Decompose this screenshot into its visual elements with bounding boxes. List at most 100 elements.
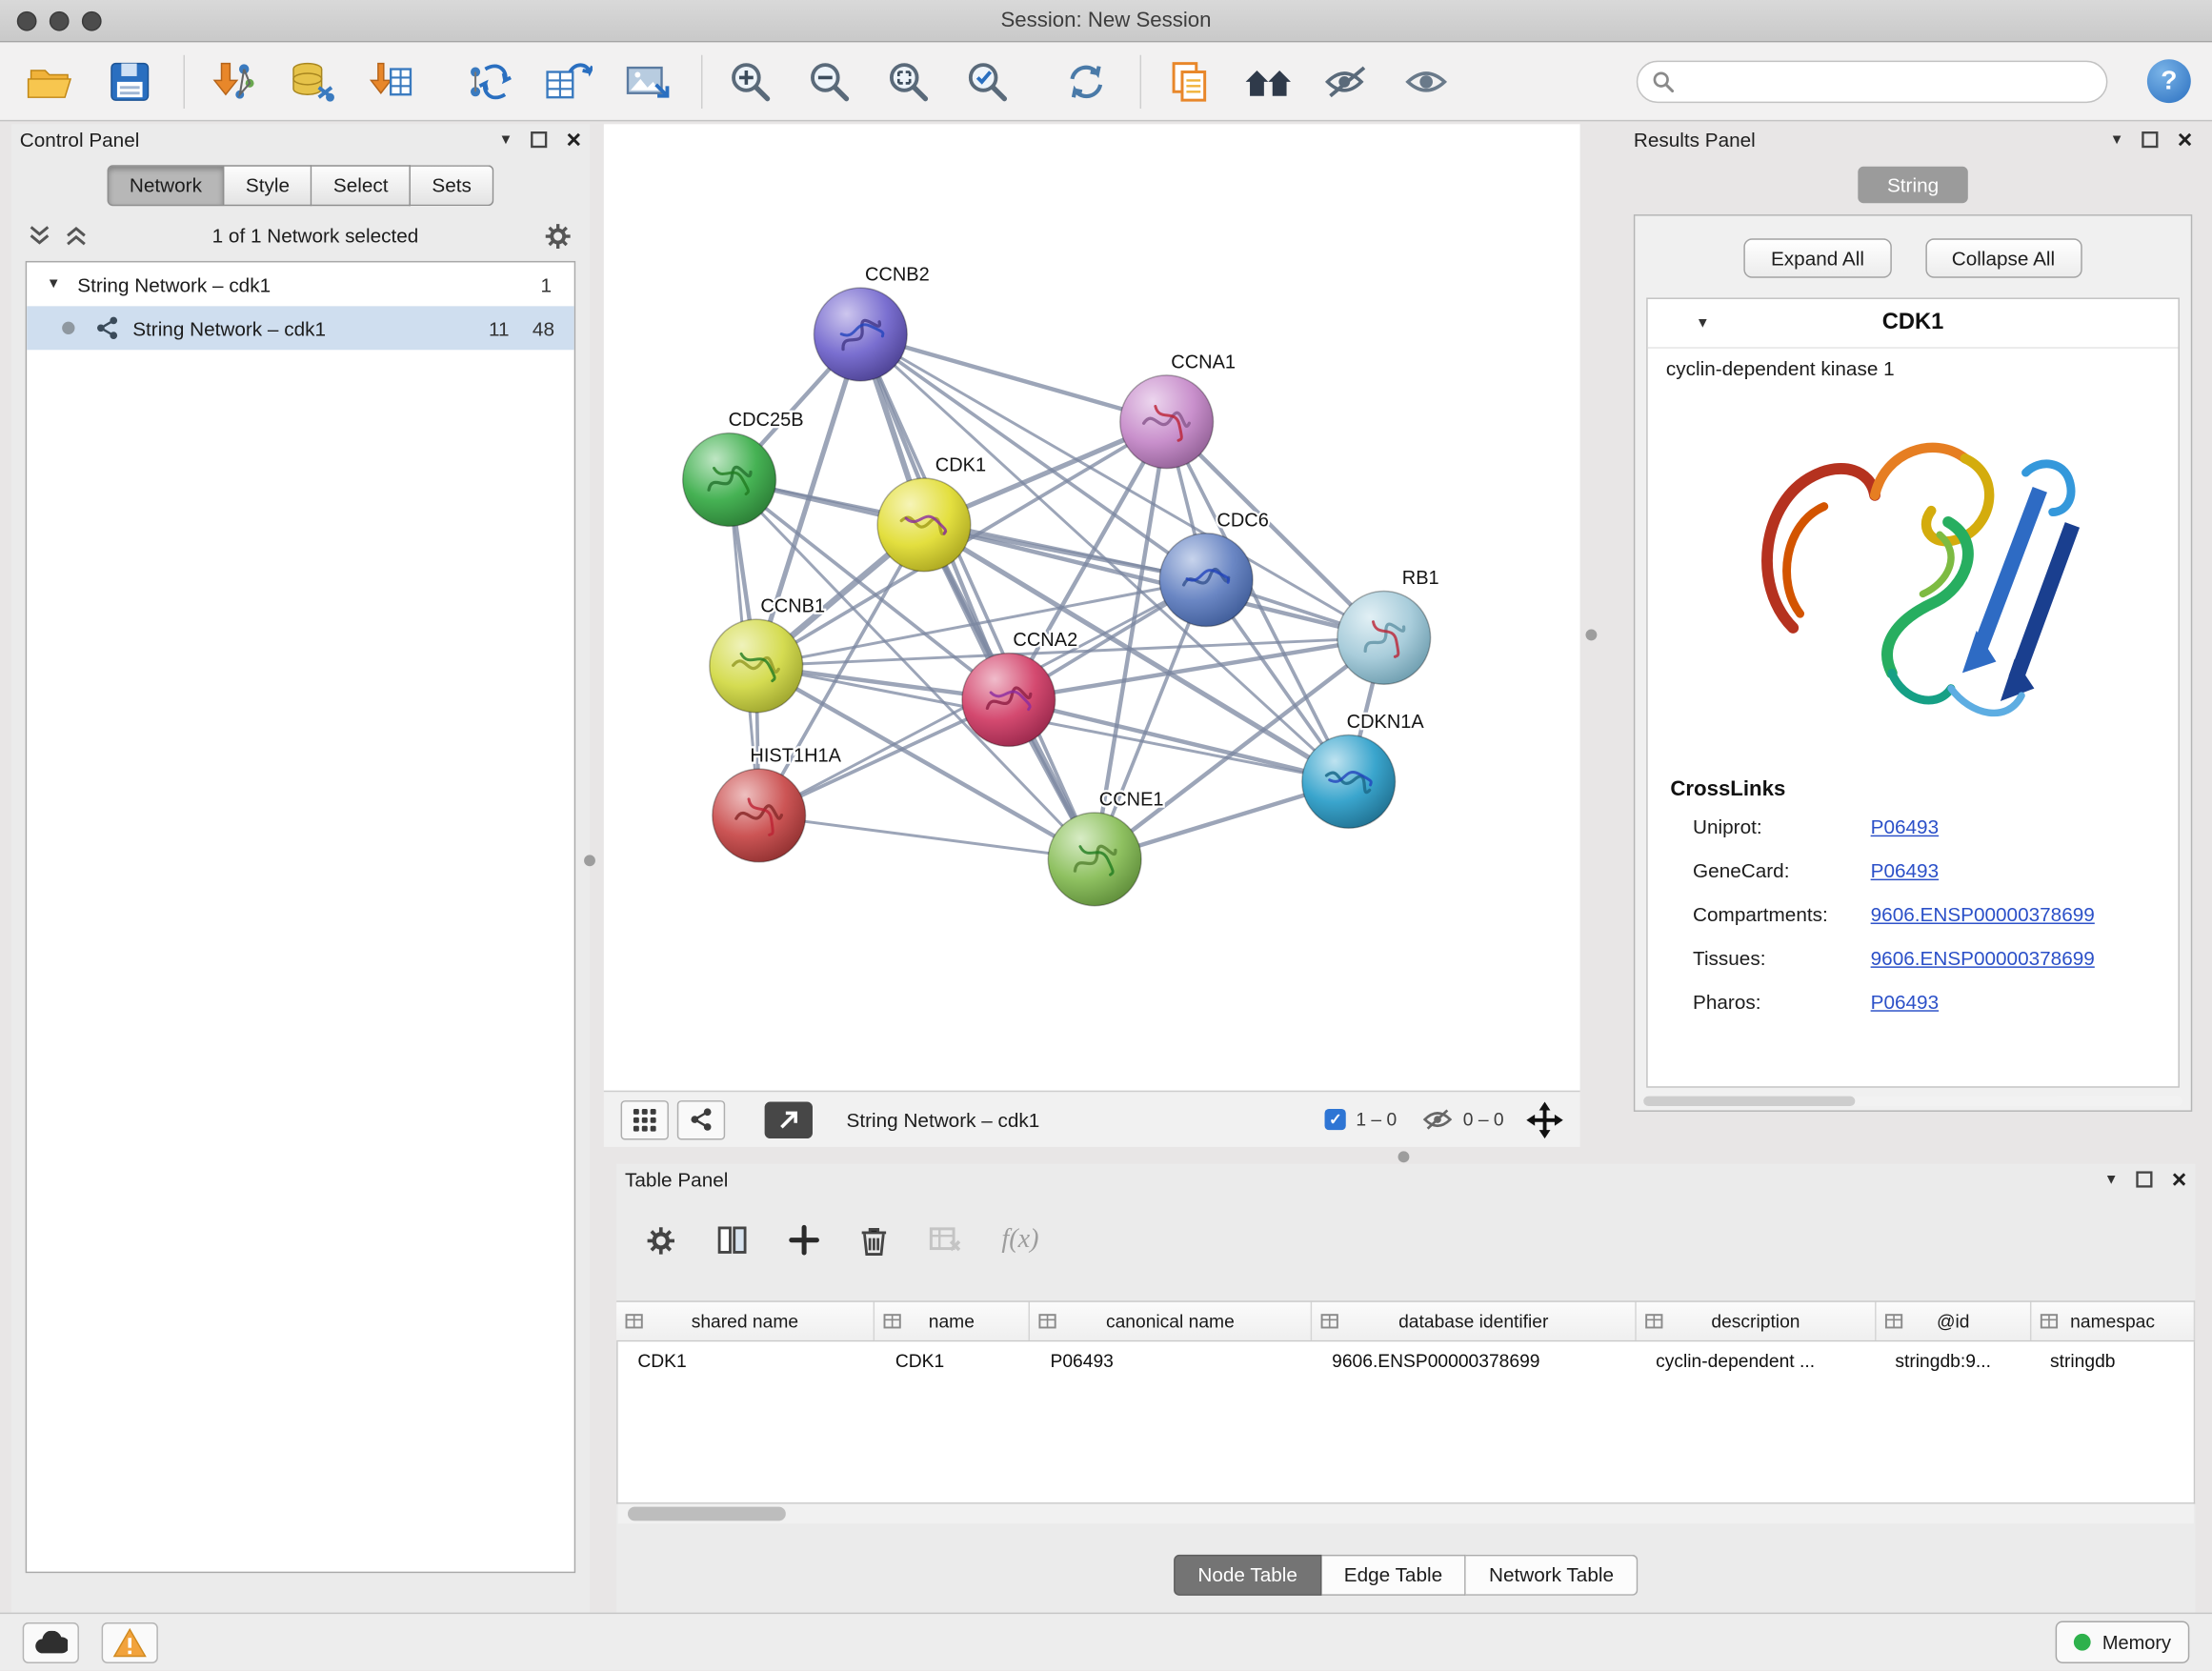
network-view[interactable]: CCNB2CCNA1CDC25BCDK1CDC6RB1CCNB1CCNA2CDK… <box>604 124 1580 1090</box>
zoom-fit-icon[interactable] <box>877 50 939 112</box>
close-panel-icon[interactable]: × <box>2178 127 2193 152</box>
float-panel-icon[interactable] <box>2137 1171 2154 1188</box>
network-selection-status: 1 of 1 Network selected <box>88 224 543 247</box>
import-table-icon[interactable] <box>360 50 422 112</box>
collapse-all-tree-icon[interactable] <box>29 224 51 247</box>
float-panel-icon[interactable] <box>532 131 549 149</box>
network-collection-row[interactable]: ▼ String Network – cdk1 1 <box>27 262 574 306</box>
network-node-label: CDC25B <box>729 410 804 431</box>
crosslink-link[interactable]: 9606.ENSP00000378699 <box>1871 902 2095 925</box>
new-network-icon[interactable] <box>458 50 520 112</box>
table-settings-gear-icon[interactable] <box>645 1224 677 1257</box>
column-header[interactable]: shared name <box>616 1302 875 1340</box>
open-session-icon[interactable] <box>20 50 82 112</box>
save-session-icon[interactable] <box>99 50 161 112</box>
splitter-handle[interactable] <box>1585 629 1597 640</box>
float-panel-icon[interactable] <box>2142 131 2160 149</box>
splitter-handle[interactable] <box>584 855 595 866</box>
crosslink-link[interactable]: P06493 <box>1871 990 1939 1013</box>
grid-icon <box>632 1107 657 1133</box>
results-tab-string[interactable]: String <box>1858 167 1968 204</box>
expand-all-tree-icon[interactable] <box>65 224 88 247</box>
tab-edge-table[interactable]: Edge Table <box>1321 1555 1466 1596</box>
results-horizontal-scrollbar[interactable] <box>1643 1097 2182 1106</box>
export-image-icon[interactable] <box>616 50 678 112</box>
collapse-section-icon[interactable]: ▼ <box>1696 315 1710 331</box>
delete-column-trash-icon[interactable] <box>859 1224 889 1257</box>
tab-style[interactable]: Style <box>225 165 312 206</box>
network-edge[interactable] <box>759 815 1095 859</box>
table-body: CDK1CDK1P064939606.ENSP00000378699cyclin… <box>616 1341 2195 1503</box>
pan-crosshair-icon[interactable] <box>1526 1101 1563 1138</box>
tree-expand-icon[interactable]: ▼ <box>47 276 61 292</box>
help-icon[interactable]: ? <box>2147 59 2191 103</box>
birds-eye-view-button[interactable] <box>621 1099 669 1138</box>
gene-section-header[interactable]: ▼ CDK1 <box>1648 299 2179 349</box>
network-node-label: CDKN1A <box>1347 712 1425 733</box>
tab-network[interactable]: Network <box>107 165 224 206</box>
table-cell[interactable]: CDK1 <box>875 1341 1031 1379</box>
selected-checkbox-icon[interactable]: ✓ <box>1325 1109 1346 1130</box>
column-header[interactable]: canonical name <box>1030 1302 1312 1340</box>
expand-all-button[interactable]: Expand All <box>1744 238 1891 277</box>
crosslink-link[interactable]: P06493 <box>1871 815 1939 837</box>
column-header[interactable]: @id <box>1877 1302 2032 1340</box>
panel-menu-icon[interactable]: ▼ <box>2104 1172 2119 1187</box>
zoom-out-icon[interactable] <box>798 50 860 112</box>
function-builder-icon[interactable]: f(x) <box>1001 1224 1038 1256</box>
collapse-all-button[interactable]: Collapse All <box>1925 238 2082 277</box>
column-header[interactable]: description <box>1637 1302 1877 1340</box>
close-panel-icon[interactable]: × <box>567 127 582 152</box>
panel-menu-icon[interactable]: ▼ <box>2110 131 2124 147</box>
network-canvas[interactable]: CCNB2CCNA1CDC25BCDK1CDC6RB1CCNB1CCNA2CDK… <box>604 124 1580 1090</box>
table-cell[interactable]: CDK1 <box>618 1341 876 1379</box>
table-cell[interactable]: stringdb <box>2030 1341 2193 1379</box>
column-header[interactable]: database identifier <box>1312 1302 1637 1340</box>
tab-select[interactable]: Select <box>312 165 412 206</box>
memory-button[interactable]: Memory <box>2056 1621 2189 1663</box>
network-edge[interactable] <box>860 334 1095 859</box>
show-panel-eye-icon[interactable] <box>1396 50 1458 112</box>
tab-node-table[interactable]: Node Table <box>1174 1555 1321 1596</box>
create-column-icon[interactable] <box>789 1224 820 1256</box>
copy-icon[interactable] <box>1158 50 1220 112</box>
delete-table-icon[interactable] <box>928 1224 962 1256</box>
network-node-label: CCNB2 <box>865 265 930 286</box>
table-cell[interactable]: P06493 <box>1031 1341 1313 1379</box>
refresh-icon[interactable] <box>1056 50 1117 112</box>
export-table-icon[interactable] <box>537 50 599 112</box>
control-panel-tabs: Network Style Select Sets <box>11 165 590 206</box>
hide-panel-eye-icon[interactable] <box>1317 50 1378 112</box>
tab-sets[interactable]: Sets <box>411 165 493 206</box>
table-cell[interactable]: 9606.ENSP00000378699 <box>1312 1341 1636 1379</box>
network-row[interactable]: String Network – cdk1 11 48 <box>27 306 574 350</box>
table-horizontal-scrollbar[interactable] <box>618 1504 2194 1524</box>
splitter-handle[interactable] <box>1398 1151 1410 1162</box>
tab-network-table[interactable]: Network Table <box>1466 1555 1638 1596</box>
import-network-file-icon[interactable] <box>202 50 264 112</box>
column-header[interactable]: name <box>875 1302 1030 1340</box>
panel-menu-icon[interactable]: ▼ <box>499 131 513 147</box>
crosslink-link[interactable]: P06493 <box>1871 858 1939 881</box>
column-header[interactable]: namespac <box>2031 1302 2195 1340</box>
selected-counts: 1 – 0 <box>1356 1109 1397 1130</box>
zoom-selected-icon[interactable] <box>956 50 1018 112</box>
hidden-counts: 0 – 0 <box>1463 1109 1504 1130</box>
table-row[interactable]: CDK1CDK1P064939606.ENSP00000378699cyclin… <box>618 1341 2194 1379</box>
table-cell[interactable]: stringdb:9... <box>1876 1341 2031 1379</box>
gear-icon[interactable] <box>543 221 573 251</box>
cloud-button[interactable] <box>23 1621 79 1662</box>
crosslink-link[interactable]: 9606.ENSP00000378699 <box>1871 946 2095 969</box>
warnings-button[interactable] <box>102 1621 158 1662</box>
show-columns-icon[interactable] <box>716 1224 749 1256</box>
crosslink-label: Pharos: <box>1693 990 1871 1013</box>
graphics-details-button[interactable] <box>677 1099 725 1138</box>
scrollbar-thumb[interactable] <box>628 1507 786 1521</box>
close-panel-icon[interactable]: × <box>2172 1167 2187 1193</box>
table-cell[interactable]: cyclin-dependent ... <box>1636 1341 1875 1379</box>
search-input[interactable] <box>1637 61 2108 103</box>
home-icon[interactable] <box>1237 50 1299 112</box>
import-network-database-icon[interactable] <box>281 50 343 112</box>
detach-view-button[interactable] <box>765 1101 813 1138</box>
zoom-in-icon[interactable] <box>719 50 781 112</box>
